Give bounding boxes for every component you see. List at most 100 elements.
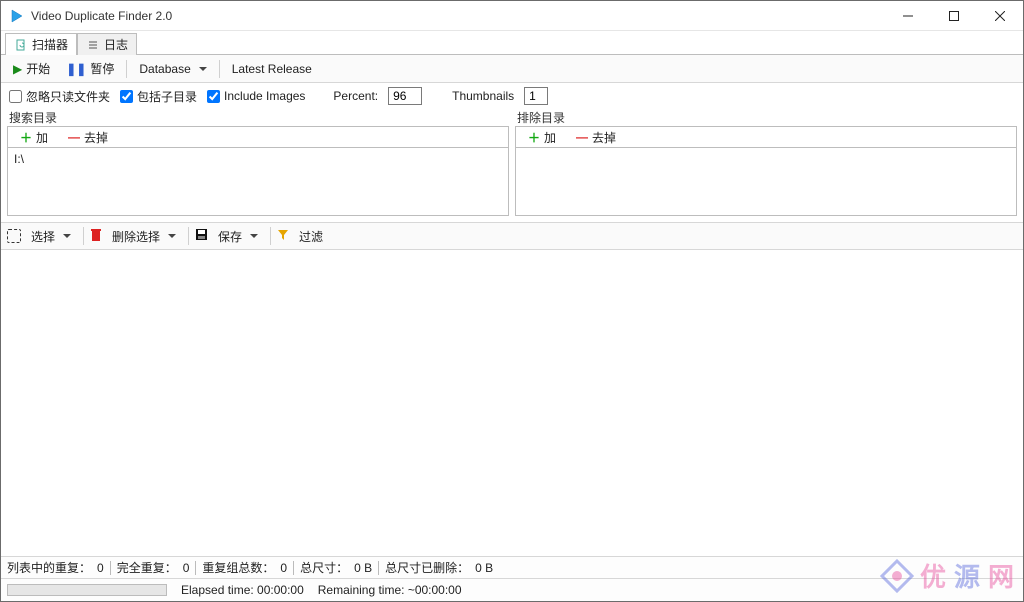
exclude-remove-button[interactable]: — 去掉	[570, 126, 622, 148]
remaining-label: Remaining time:	[318, 583, 405, 597]
main-toolbar: ▶ 开始 ❚❚ 暂停 Database Latest Release	[1, 55, 1023, 83]
filter-label: 过滤	[299, 228, 323, 245]
include-images-label: Include Images	[224, 89, 305, 103]
save-dropdown[interactable]: 保存	[212, 225, 264, 247]
document-refresh-icon	[14, 38, 28, 52]
database-label: Database	[139, 62, 190, 76]
start-button[interactable]: ▶ 开始	[7, 58, 56, 80]
save-label: 保存	[218, 228, 242, 245]
results-toolbar: 选择 删除选择 保存 过滤	[1, 222, 1023, 250]
select-dropdown[interactable]: 选择	[25, 225, 77, 247]
search-dir-title: 搜索目录	[7, 109, 509, 126]
search-dir-list[interactable]: I:\	[7, 148, 509, 216]
tab-log[interactable]: 日志	[77, 33, 137, 55]
results-area[interactable]	[1, 250, 1023, 557]
save-icon	[195, 228, 208, 244]
minus-icon: —	[576, 130, 588, 144]
elapsed-label: Elapsed time:	[181, 583, 254, 597]
ignore-readonly-label: 忽略只读文件夹	[26, 88, 110, 105]
play-icon: ▶	[13, 62, 22, 76]
search-dir-toolbar: ＋加 — 去掉	[7, 126, 509, 148]
separator	[219, 60, 220, 78]
directory-panels: 搜索目录 ＋加 —去掉 I:\ 排除目录 ＋加 —去掉	[1, 109, 1023, 222]
status-dup-groups-value: 0	[280, 561, 287, 575]
divider	[378, 561, 379, 575]
status-total-deleted-label: 总尺寸已删除：	[385, 559, 469, 576]
status-dup-in-list-value: 0	[97, 561, 104, 575]
database-dropdown[interactable]: Database	[133, 58, 212, 80]
close-button[interactable]	[977, 1, 1023, 31]
include-subdirs-input[interactable]	[120, 90, 133, 103]
status-full-dup-value: 0	[183, 561, 190, 575]
plus-icon: ＋	[528, 129, 540, 146]
separator	[188, 227, 189, 245]
delete-select-label: 删除选择	[112, 228, 160, 245]
ignore-readonly-checkbox[interactable]: 忽略只读文件夹	[9, 88, 110, 105]
latest-release-button[interactable]: Latest Release	[226, 58, 318, 80]
status-total-size-label: 总尺寸：	[300, 559, 348, 576]
separator	[83, 227, 84, 245]
search-add-button[interactable]: ＋加	[14, 126, 54, 148]
status-total-size-value: 0 B	[354, 561, 372, 575]
include-subdirs-label: 包括子目录	[137, 88, 197, 105]
search-dir-panel: 搜索目录 ＋加 — 去掉 I:\	[7, 109, 509, 216]
percent-input[interactable]	[388, 87, 422, 105]
delete-select-dropdown[interactable]: 删除选择	[106, 225, 182, 247]
percent-label: Percent:	[333, 89, 378, 103]
trash-icon	[90, 228, 102, 245]
app-icon	[9, 8, 25, 24]
select-box-icon	[7, 229, 21, 243]
search-add-label: 加	[36, 129, 48, 146]
options-row: 忽略只读文件夹 包括子目录 Include Images Percent: Th…	[1, 83, 1023, 109]
filter-button[interactable]: 过滤	[293, 225, 329, 247]
pause-label: 暂停	[90, 60, 114, 77]
tab-scanner-label: 扫描器	[32, 36, 68, 53]
filter-icon	[277, 229, 289, 244]
search-remove-button[interactable]: — 去掉	[62, 126, 114, 148]
progress-bar	[7, 584, 167, 596]
titlebar: Video Duplicate Finder 2.0	[1, 1, 1023, 31]
status-bar: 列表中的重复： 0 完全重复： 0 重复组总数： 0 总尺寸： 0 B 总尺寸已…	[1, 557, 1023, 579]
thumbnails-label: Thumbnails	[452, 89, 514, 103]
exclude-dir-list[interactable]	[515, 148, 1017, 216]
maximize-button[interactable]	[931, 1, 977, 31]
divider	[110, 561, 111, 575]
exclude-add-label: 加	[544, 129, 556, 146]
remaining-value: ~00:00:00	[408, 583, 462, 597]
include-images-checkbox[interactable]: Include Images	[207, 89, 305, 103]
list-item[interactable]: I:\	[14, 152, 502, 166]
thumbnails-input[interactable]	[524, 87, 548, 105]
plus-icon: ＋	[20, 129, 32, 146]
progress-bar-row: Elapsed time: 00:00:00 Remaining time: ~…	[1, 579, 1023, 601]
minimize-button[interactable]	[885, 1, 931, 31]
status-dup-groups-label: 重复组总数：	[202, 559, 274, 576]
tab-scanner[interactable]: 扫描器	[5, 33, 77, 55]
elapsed-value: 00:00:00	[257, 583, 304, 597]
divider	[195, 561, 196, 575]
list-icon	[86, 38, 100, 52]
pause-button[interactable]: ❚❚ 暂停	[60, 58, 120, 80]
exclude-dir-toolbar: ＋加 — 去掉	[515, 126, 1017, 148]
status-full-dup-label: 完全重复：	[117, 559, 177, 576]
divider	[293, 561, 294, 575]
start-label: 开始	[26, 60, 50, 77]
pause-icon: ❚❚	[66, 62, 86, 76]
tab-log-label: 日志	[104, 36, 128, 53]
exclude-add-button[interactable]: ＋加	[522, 126, 562, 148]
search-remove-label: 去掉	[84, 129, 108, 146]
include-images-input[interactable]	[207, 90, 220, 103]
status-total-deleted-value: 0 B	[475, 561, 493, 575]
separator	[270, 227, 271, 245]
exclude-remove-label: 去掉	[592, 129, 616, 146]
select-label: 选择	[31, 228, 55, 245]
include-subdirs-checkbox[interactable]: 包括子目录	[120, 88, 197, 105]
window-title: Video Duplicate Finder 2.0	[31, 9, 172, 23]
ignore-readonly-input[interactable]	[9, 90, 22, 103]
exclude-dir-panel: 排除目录 ＋加 — 去掉	[515, 109, 1017, 216]
minus-icon: —	[68, 130, 80, 144]
status-dup-in-list-label: 列表中的重复：	[7, 559, 91, 576]
latest-release-label: Latest Release	[232, 62, 312, 76]
tab-bar: 扫描器 日志	[1, 31, 1023, 55]
separator	[126, 60, 127, 78]
exclude-dir-title: 排除目录	[515, 109, 1017, 126]
